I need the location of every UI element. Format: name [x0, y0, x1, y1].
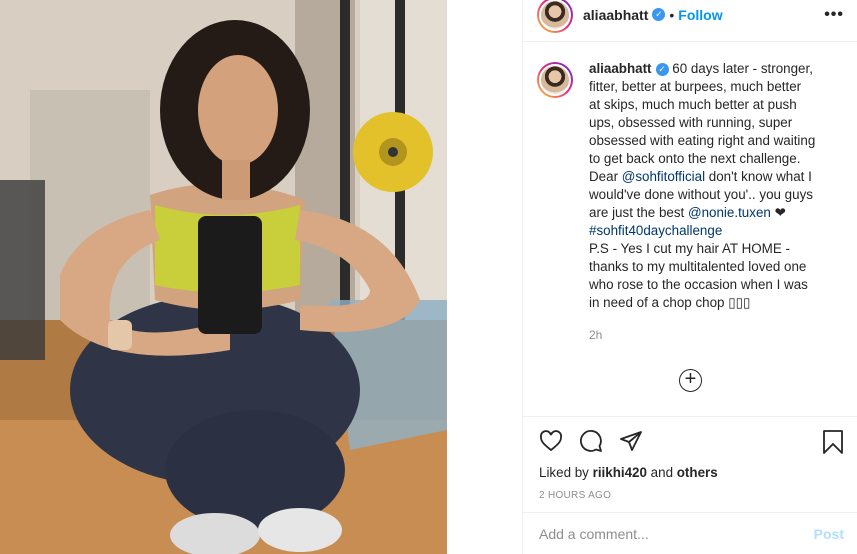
share-icon[interactable]	[619, 429, 643, 453]
caption-text: aliaabhatt ✓ 60 days later - stronger, fi…	[589, 60, 839, 416]
caption-line: P.S - Yes I cut my hair AT HOME -	[589, 241, 790, 256]
caption-line: in need of a chop chop ▯▯▯	[589, 295, 751, 310]
more-options-icon[interactable]: •••	[824, 6, 844, 24]
caption-line: Dear @sohfitofficial don't know what I	[589, 168, 839, 186]
caption-line: are just the best @nonie.tuxen ❤	[589, 204, 839, 222]
caption-text-span: are just the best	[589, 205, 688, 220]
heart-emoji-icon: ❤	[770, 205, 786, 220]
liked-by-prefix: Liked by	[539, 465, 593, 480]
follow-button[interactable]: Follow	[678, 7, 722, 23]
bookmark-icon[interactable]	[822, 430, 844, 454]
mention-link[interactable]: @sohfitofficial	[622, 169, 705, 184]
liked-by-others[interactable]: others	[677, 465, 718, 480]
caption-line: at skips, much much better at push	[589, 97, 797, 112]
caption-line: to get back onto the next challenge.	[589, 151, 801, 166]
caption-line: aliaabhatt ✓ 60 days later - stronger,	[589, 60, 839, 78]
caption-time[interactable]: 2h	[589, 326, 839, 344]
mention-link[interactable]: @nonie.tuxen	[688, 205, 771, 220]
action-bar: Liked by riikhi420 and others 2 HOURS AG…	[523, 416, 857, 554]
photo-illustration	[0, 0, 447, 554]
avatar-image	[539, 64, 571, 96]
caption-line: obsessed with eating right and waiting	[589, 133, 816, 148]
caption-line: ups, obsessed with running, super	[589, 115, 793, 130]
caption-line-text: 60 days later - stronger,	[672, 61, 813, 76]
caption: aliaabhatt ✓ 60 days later - stronger, fi…	[523, 42, 857, 416]
caption-line: fitter, better at burpees, much better	[589, 79, 802, 94]
caption-username[interactable]: aliaabhatt	[589, 61, 652, 76]
caption-line: thanks to my multitalented loved one	[589, 259, 807, 274]
avatar-image	[539, 0, 571, 31]
verified-badge-icon: ✓	[655, 63, 669, 76]
comment-box: Post	[523, 512, 857, 554]
liked-by-and: and	[646, 465, 677, 480]
action-icons	[539, 429, 643, 453]
heart-icon[interactable]	[539, 429, 563, 453]
separator: •	[669, 6, 675, 23]
caption-text-span: Dear	[589, 169, 622, 184]
liked-by-user[interactable]: riikhi420	[593, 465, 647, 480]
caption-line: would've done without you'.. you guys	[589, 187, 813, 202]
likes-summary: Liked by riikhi420 and others	[539, 465, 718, 480]
avatar[interactable]	[537, 0, 573, 33]
post-sidebar: aliaabhatt ✓ • Follow ••• aliaabhatt ✓ 60…	[522, 0, 857, 554]
post-comment-button[interactable]: Post	[814, 526, 844, 542]
verified-badge-icon: ✓	[652, 8, 666, 21]
username[interactable]: aliaabhatt	[583, 7, 648, 23]
comment-icon[interactable]	[579, 429, 603, 453]
post-header: aliaabhatt ✓ • Follow •••	[523, 0, 857, 42]
post-timestamp[interactable]: 2 HOURS AGO	[539, 490, 611, 501]
caption-text-span: don't know what I	[705, 169, 812, 184]
gutter	[447, 0, 522, 554]
load-more-comments-icon[interactable]: +	[679, 369, 702, 392]
post-photo[interactable]	[0, 0, 447, 554]
hashtag-link[interactable]: #sohfit40daychallenge	[589, 222, 839, 240]
comment-input[interactable]	[539, 526, 814, 542]
caption-avatar[interactable]	[537, 62, 573, 98]
caption-line: who rose to the occasion when I was	[589, 277, 808, 292]
